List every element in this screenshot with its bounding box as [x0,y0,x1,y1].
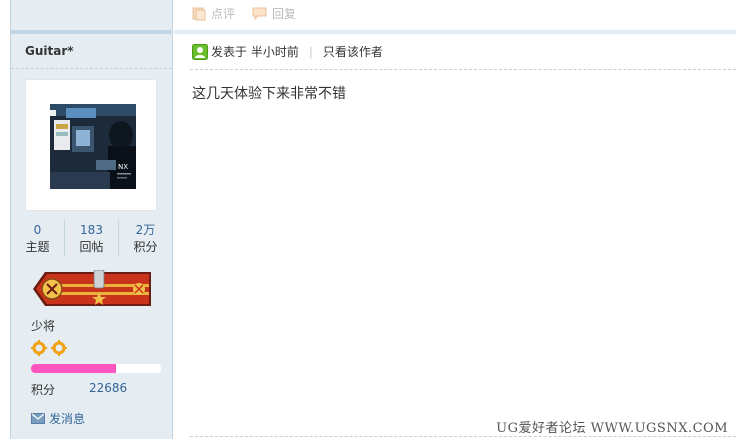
stat-credits[interactable]: 2万 积分 [119,220,172,256]
site-watermark: UG爱好者论坛 WWW.UGSNX.COM [494,417,730,436]
stat-credits-value: 2万 [135,223,156,237]
reply-label: 回复 [272,7,297,21]
credit-value: 22686 [89,381,128,395]
credit-label: 积分 [31,383,56,397]
stat-replies[interactable]: 183 回帖 [65,220,119,256]
avatar-nx-text: NX [118,163,128,171]
post-meta-divider [190,69,736,70]
author-panel: Guitar* NX 0 主题 183 回帖 2万 积分 少将 积分 22686… [10,0,173,439]
meta-separator: | [308,44,313,59]
rate-label: 点评 [211,7,236,21]
stat-replies-value: 183 [80,223,103,237]
post-meta: 发表于 半小时前 | 只看该作者 [192,43,383,60]
post-actions-bar: 点评 回复 [172,0,736,30]
post-content: 这几天体验下来非常不错 [192,86,346,102]
envelope-icon [31,413,45,424]
rank-stars [31,340,67,356]
rate-icon [192,7,206,20]
post-divider [172,30,736,34]
rank-medal-icon [31,269,153,313]
reply-button[interactable]: 回复 [252,5,296,22]
post-time: 发表于 半小时前 [211,45,299,59]
online-user-icon [192,43,208,60]
only-author-link[interactable]: 只看该作者 [323,43,383,60]
send-message-link[interactable]: 发消息 [31,410,85,427]
reply-icon [252,7,267,20]
sun-icon [31,340,47,356]
author-panel-divider [11,30,172,34]
avatar[interactable]: NX [26,80,156,210]
send-message-label: 发消息 [49,412,86,426]
stat-credits-label: 积分 [133,240,158,254]
author-panel-top [11,0,172,30]
author-stats: 0 主题 183 回帖 2万 积分 [11,220,172,256]
credit-progress-bar [31,364,161,373]
stat-threads-label: 主题 [25,240,50,254]
stat-replies-label: 回帖 [79,240,104,254]
credit-progress-fill [31,364,116,373]
rank-title: 少将 [31,319,56,333]
author-name-divider [11,68,172,69]
stat-threads-value: 0 [33,223,42,237]
author-name[interactable]: Guitar* [25,44,74,58]
rate-button[interactable]: 点评 [192,5,235,22]
avatar-image: NX [50,104,136,189]
stat-threads[interactable]: 0 主题 [11,220,65,256]
sun-icon [51,340,67,356]
post-bottom-divider [190,436,736,437]
credit-row: 积分 22686 [31,381,127,398]
